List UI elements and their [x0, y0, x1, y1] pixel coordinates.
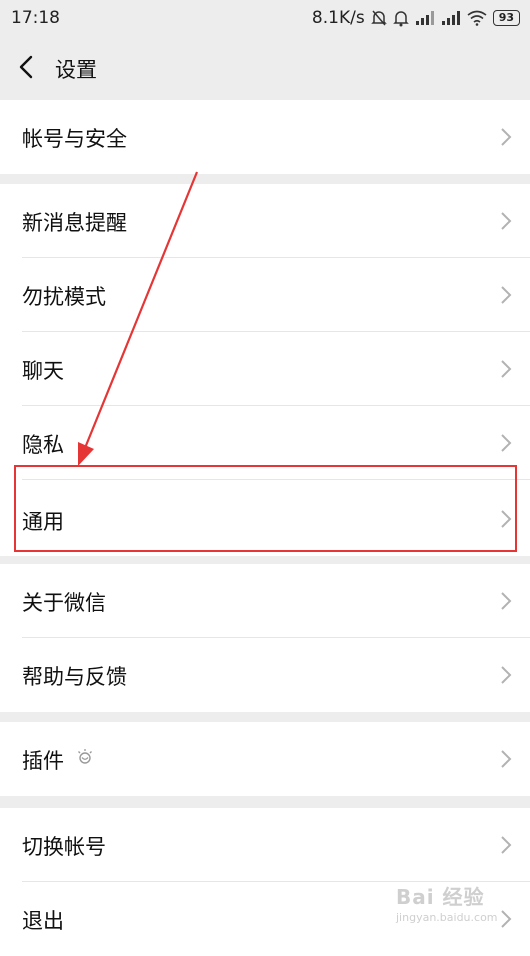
watermark-site: jingyan.baidu.com [396, 911, 498, 924]
chevron-right-icon [501, 128, 512, 146]
watermark-logo: Bai 经验 [396, 885, 485, 909]
settings-item-general[interactable]: 通用 [0, 480, 530, 556]
bell-muted-icon [370, 10, 387, 26]
settings-item-plugins[interactable]: 插件 [0, 722, 530, 796]
settings-group-main: 新消息提醒 勿扰模式 聊天 隐私 通用 [0, 184, 530, 556]
watermark: Bai 经验 jingyan.baidu.com [396, 881, 504, 931]
chevron-right-icon [501, 434, 512, 452]
settings-item-label: 退出 [22, 909, 64, 933]
net-speed: 8.1K/s [311, 8, 365, 28]
settings-group-account: 帐号与安全 [0, 100, 530, 174]
settings-item-do-not-disturb[interactable]: 勿扰模式 [0, 258, 530, 332]
settings-item-label: 聊天 [22, 359, 64, 383]
page-title: 设置 [55, 58, 97, 82]
signal-icon [415, 11, 434, 25]
bulb-icon [78, 749, 92, 764]
settings-item-switch-account[interactable]: 切换帐号 [0, 808, 530, 882]
chevron-right-icon [501, 666, 512, 684]
status-time: 17:18 [11, 8, 60, 28]
settings-group-about: 关于微信 帮助与反馈 [0, 564, 530, 712]
settings-group-plugins: 插件 [0, 722, 530, 796]
settings-item-label: 帐号与安全 [22, 127, 127, 151]
settings-item-privacy[interactable]: 隐私 [0, 406, 530, 480]
status-icons: 8.1K/s 93 [312, 8, 520, 28]
settings-item-chat[interactable]: 聊天 [0, 332, 530, 406]
settings-item-label: 新消息提醒 [22, 211, 127, 235]
chevron-right-icon [501, 592, 512, 610]
chevron-right-icon [501, 510, 512, 528]
wifi-icon [467, 10, 487, 26]
settings-item-label: 切换帐号 [22, 835, 106, 859]
settings-item-label: 勿扰模式 [22, 285, 106, 309]
chevron-right-icon [501, 212, 512, 230]
alarm-bell-icon [392, 11, 409, 27]
settings-item-label: 隐私 [22, 433, 64, 457]
settings-item-account-security[interactable]: 帐号与安全 [0, 100, 530, 174]
settings-item-label: 关于微信 [22, 591, 106, 615]
chevron-right-icon [501, 286, 512, 304]
settings-item-new-message-alert[interactable]: 新消息提醒 [0, 184, 530, 258]
settings-item-label: 插件 [22, 749, 64, 773]
battery-indicator: 93 [492, 10, 520, 26]
chevron-right-icon [501, 836, 512, 854]
signal-icon-2 [441, 11, 460, 25]
nav-header: 设置 [0, 38, 530, 98]
settings-item-label: 帮助与反馈 [22, 665, 127, 689]
settings-item-help-feedback[interactable]: 帮助与反馈 [0, 638, 530, 712]
status-bar: 17:18 8.1K/s 93 [0, 0, 530, 38]
chevron-right-icon [501, 360, 512, 378]
settings-item-label: 通用 [22, 510, 64, 534]
back-chevron-icon[interactable] [14, 54, 38, 80]
chevron-right-icon [501, 750, 512, 768]
settings-item-about-wechat[interactable]: 关于微信 [0, 564, 530, 638]
